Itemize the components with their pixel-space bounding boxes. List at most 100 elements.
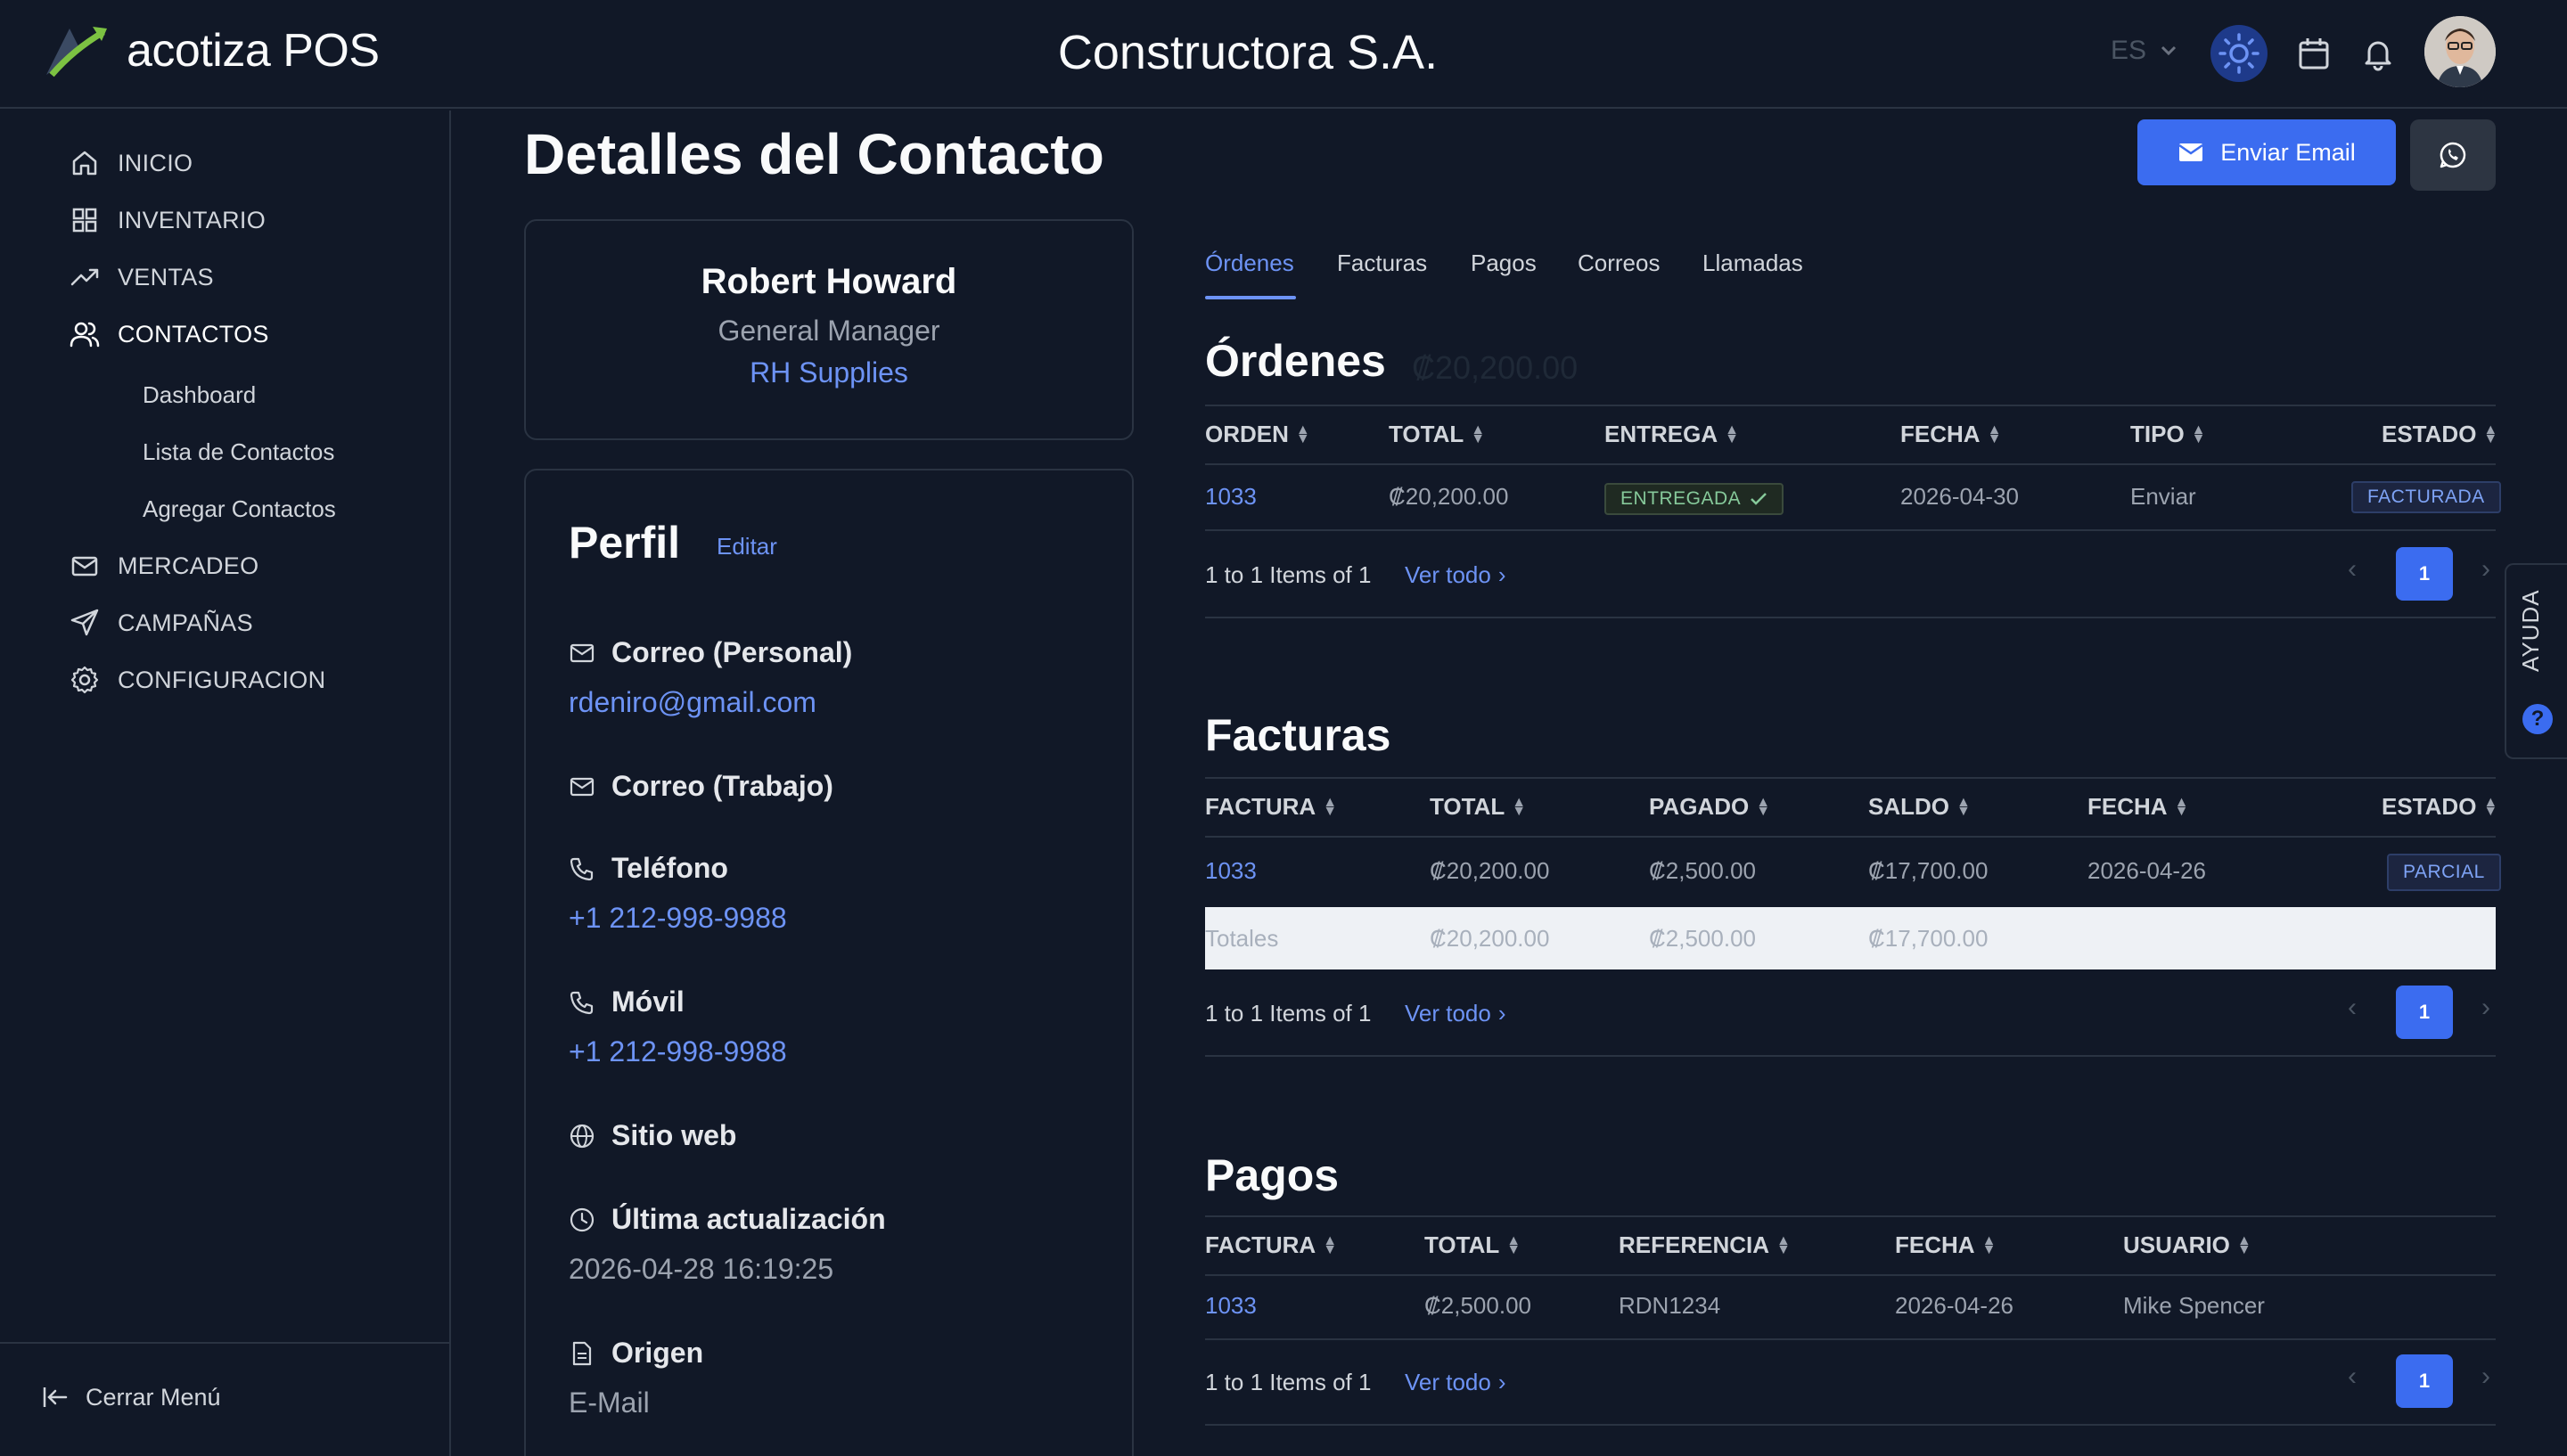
theme-toggle-button[interactable] (2210, 25, 2268, 82)
column-header-pagado[interactable]: PAGADO ▲ ▼ (1649, 793, 1770, 821)
phone-icon (570, 991, 594, 1014)
whatsapp-button[interactable] (2410, 119, 2496, 191)
column-header-label: ORDEN (1205, 421, 1289, 447)
sidebar-item-configuracion[interactable]: CONFIGURACION (70, 665, 325, 695)
field-label: Última actualización (611, 1203, 886, 1235)
column-header-label: TIPO (2130, 421, 2185, 447)
column-header-orden[interactable]: ORDEN ▲ ▼ (1205, 421, 1310, 448)
help-label: AYUDA (2517, 589, 2544, 672)
column-header-label: FACTURA (1205, 1231, 1316, 1258)
sidebar-subitem-lista-contactos[interactable]: Lista de Contactos (143, 438, 334, 466)
contact-company-link[interactable]: RH Supplies (526, 356, 1132, 389)
sort-icon: ▲ ▼ (1776, 1232, 1791, 1257)
tab-ordenes[interactable]: Órdenes (1205, 249, 1294, 277)
sidebar-item-mercadeo[interactable]: MERCADEO (70, 551, 258, 581)
page-number-button[interactable]: 1 (2396, 986, 2453, 1039)
sidebar-item-inicio[interactable]: INICIO (70, 148, 193, 178)
page-number-button[interactable]: 1 (2396, 547, 2453, 601)
column-header-tipo[interactable]: TIPO ▲ ▼ (2130, 421, 2206, 448)
sidebar-item-contactos[interactable]: CONTACTOS (70, 319, 269, 349)
column-header-label: FECHA (1900, 421, 1981, 447)
invoice-balance: ₡17,700.00 (1868, 857, 1989, 884)
tab-pagos[interactable]: Pagos (1471, 249, 1537, 277)
pagination-summary: 1 to 1 Items of 1 (1205, 1369, 1372, 1395)
language-selector[interactable]: ES (2111, 36, 2177, 66)
sidebar-subitem-agregar-contactos[interactable]: Agregar Contactos (143, 495, 336, 523)
view-all-label: Ver todo (1405, 561, 1491, 588)
column-header-label: FECHA (1895, 1231, 1975, 1258)
field-email-personal: Correo (Personal) (569, 636, 852, 669)
collapse-menu-button[interactable]: Cerrar Menú (41, 1383, 221, 1411)
mobile-link[interactable]: +1 212-998-9988 (569, 1035, 787, 1068)
column-header-label: REFERENCIA (1619, 1231, 1770, 1258)
sidebar-item-ventas[interactable]: VENTAS (70, 262, 214, 292)
app-logo[interactable]: acotiza POS (43, 23, 380, 78)
column-header-fecha[interactable]: FECHA ▲ ▼ (1900, 421, 2001, 448)
view-all-link[interactable]: Ver todo › (1405, 1369, 1506, 1396)
edit-profile-link[interactable]: Editar (717, 533, 777, 560)
notifications-button[interactable] (2350, 25, 2407, 82)
bell-icon (2365, 41, 2391, 71)
next-page-button[interactable]: › (2481, 1362, 2490, 1392)
chevron-down-icon (2161, 45, 2177, 56)
payment-invoice-link[interactable]: 1033 (1205, 1292, 1257, 1320)
next-page-button[interactable]: › (2481, 554, 2490, 585)
prev-page-button[interactable]: ‹ (2348, 1362, 2357, 1392)
next-page-button[interactable]: › (2481, 993, 2490, 1023)
column-header-estado[interactable]: ESTADO ▲ ▼ (2382, 793, 2497, 821)
column-header-usuario[interactable]: USUARIO ▲ ▼ (2123, 1231, 2251, 1259)
field-label: Origen (611, 1337, 704, 1369)
section-divider (1205, 617, 2496, 618)
column-header-total[interactable]: TOTAL ▲ ▼ (1389, 421, 1485, 448)
orders-total: ₡20,200.00 (1412, 349, 1579, 386)
phone-link[interactable]: +1 212-998-9988 (569, 902, 787, 935)
prev-page-button[interactable]: ‹ (2348, 993, 2357, 1023)
table-header-border (1205, 836, 2496, 838)
tab-llamadas[interactable]: Llamadas (1702, 249, 1803, 277)
prev-page-button[interactable]: ‹ (2348, 554, 2357, 585)
view-all-link[interactable]: Ver todo › (1405, 1000, 1506, 1027)
column-header-label: FACTURA (1205, 793, 1316, 820)
contact-card: Robert Howard General Manager RH Supplie… (524, 219, 1134, 440)
column-header-label: SALDO (1868, 793, 1949, 820)
delivery-status-badge: ENTREGADA (1604, 483, 1784, 515)
send-email-button[interactable]: Enviar Email (2137, 119, 2396, 185)
column-header-estado[interactable]: ESTADO ▲ ▼ (2382, 421, 2497, 448)
column-header-factura[interactable]: FACTURA ▲ ▼ (1205, 1231, 1337, 1259)
tab-correos[interactable]: Correos (1578, 249, 1660, 277)
pagination-summary: 1 to 1 Items of 1 (1205, 1000, 1372, 1027)
gear-icon (70, 666, 99, 694)
sort-icon: ▲ ▼ (2236, 1232, 2251, 1257)
column-header-referencia[interactable]: REFERENCIA ▲ ▼ (1619, 1231, 1791, 1259)
email-personal-link[interactable]: rdeniro@gmail.com (569, 686, 816, 719)
tab-facturas[interactable]: Facturas (1337, 249, 1427, 277)
mail-icon (71, 556, 98, 577)
calendar-icon (2299, 38, 2329, 70)
sidebar-item-inventario[interactable]: INVENTARIO (70, 205, 266, 235)
field-phone: Teléfono (569, 852, 728, 885)
sidebar-item-campanas[interactable]: CAMPAÑAS (70, 608, 253, 638)
invoice-number-link[interactable]: 1033 (1205, 857, 1257, 885)
calendar-button[interactable] (2285, 25, 2342, 82)
column-header-fecha[interactable]: FECHA ▲ ▼ (2087, 793, 2188, 821)
view-all-label: Ver todo (1405, 1369, 1491, 1395)
column-header-factura[interactable]: FACTURA ▲ ▼ (1205, 793, 1337, 821)
user-avatar[interactable] (2424, 16, 2496, 87)
totals-paid: ₡2,500.00 (1649, 925, 1756, 952)
invoice-total: ₡20,200.00 (1430, 857, 1550, 884)
contact-role: General Manager (718, 315, 940, 347)
order-number-link[interactable]: 1033 (1205, 483, 1257, 511)
send-icon (70, 609, 99, 636)
column-header-saldo[interactable]: SALDO ▲ ▼ (1868, 793, 1971, 821)
column-header-label: PAGADO (1649, 793, 1750, 820)
column-header-fecha[interactable]: FECHA ▲ ▼ (1895, 1231, 1996, 1259)
column-header-total[interactable]: TOTAL ▲ ▼ (1424, 1231, 1521, 1259)
column-header-total[interactable]: TOTAL ▲ ▼ (1430, 793, 1526, 821)
globe-icon (570, 1124, 595, 1148)
page-number-button[interactable]: 1 (2396, 1354, 2453, 1408)
totals-label: Totales (1205, 925, 1279, 952)
view-all-link[interactable]: Ver todo › (1405, 561, 1506, 589)
column-header-entrega[interactable]: ENTREGA ▲ ▼ (1604, 421, 1739, 448)
sidebar-subitem-dashboard[interactable]: Dashboard (143, 381, 256, 409)
help-tab[interactable]: AYUDA ? (2505, 563, 2567, 759)
